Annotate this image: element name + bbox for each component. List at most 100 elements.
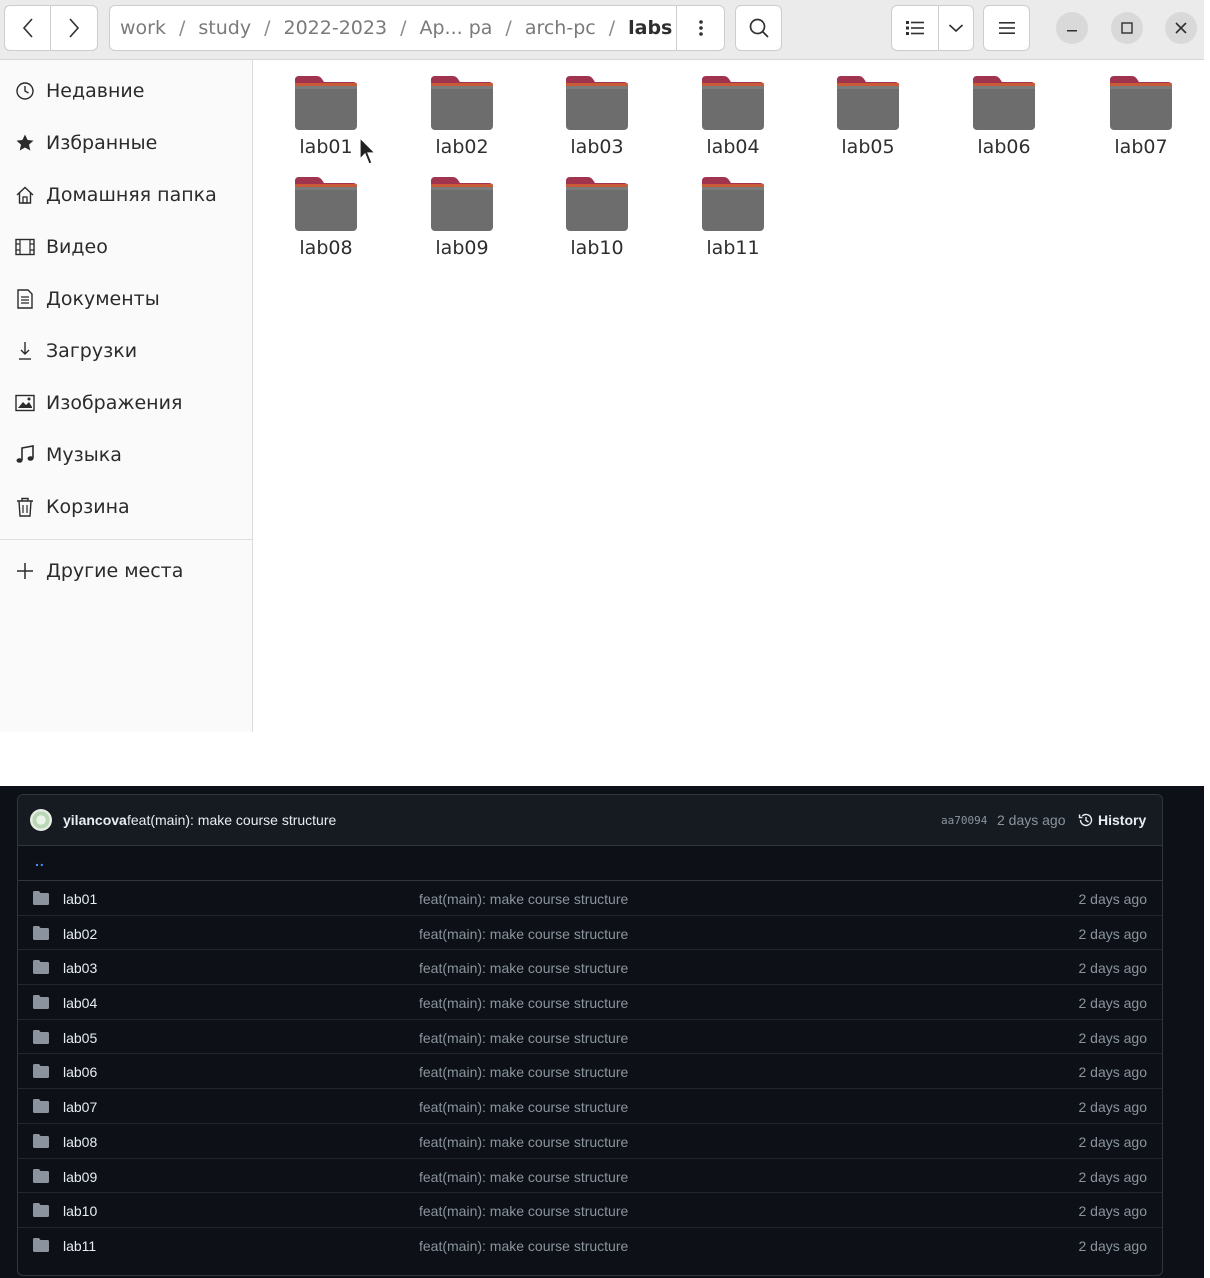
folder-item[interactable]: lab05 [808,60,928,158]
commit-message-link[interactable]: feat(main): make course structure [419,1064,628,1080]
folder-item[interactable]: lab09 [402,161,522,259]
file-name-link[interactable]: lab11 [63,1238,96,1254]
folder-label: lab05 [841,136,895,158]
folder-item[interactable]: lab10 [537,161,657,259]
maximize-button[interactable] [1111,12,1143,44]
folder-icon [702,177,764,231]
table-row[interactable]: lab03 feat(main): make course structure 2 … [18,950,1162,986]
parent-directory-row[interactable]: .. [18,846,1162,881]
file-name-link[interactable]: lab10 [63,1203,97,1219]
sidebar-item-trash[interactable]: Корзина [0,481,252,533]
main-menu-button[interactable] [983,5,1030,51]
file-name-link[interactable]: lab04 [63,995,97,1011]
trash-icon [14,496,36,518]
sidebar-item-label: Документы [46,288,160,310]
file-name-link[interactable]: lab01 [63,891,97,907]
table-row[interactable]: lab05 feat(main): make course structure 2 … [18,1020,1162,1055]
folder-icon [702,76,764,130]
maximize-icon [1121,22,1133,34]
sidebar-item-documents[interactable]: Документы [0,273,252,325]
sidebar-item-videos[interactable]: Видео [0,221,252,273]
sidebar-item-home[interactable]: Домашняя папка [0,169,252,221]
commit-message-link[interactable]: feat(main): make course structure [419,891,628,907]
file-name-link[interactable]: lab08 [63,1134,97,1150]
commit-message-link[interactable]: feat(main): make course structure [419,1169,628,1185]
parent-directory-link[interactable]: .. [35,853,45,869]
file-name-link[interactable]: lab05 [63,1030,97,1046]
commit-message-link[interactable]: feat(main): make course structure [419,926,628,942]
table-row[interactable]: lab01 feat(main): make course structure 2 … [18,881,1162,916]
commit-message-link[interactable]: feat(main): make course structure [419,995,628,1011]
file-list: lab01 feat(main): make course structure 2 … [18,881,1162,1263]
film-icon [14,236,36,258]
folder-label: lab10 [570,237,624,259]
back-button[interactable] [4,5,51,51]
sidebar-item-other-places[interactable]: Другие места [0,545,252,597]
path-segment[interactable]: Ар... ра [417,17,494,39]
search-button[interactable] [735,5,782,51]
commit-message-link[interactable]: feat(main): make course structure [419,1203,628,1219]
path-menu-button[interactable] [676,6,724,50]
commit-message-link[interactable]: feat(main): make course structure [419,1099,628,1115]
sidebar-item-music[interactable]: Музыка [0,429,252,481]
file-name-link[interactable]: lab07 [63,1099,97,1115]
header-bar: work / study / 2022-2023 / Ар... ра / ar… [0,0,1204,60]
table-row[interactable]: lab02 feat(main): make course structure 2 … [18,916,1162,951]
folder-icon [295,177,357,231]
sidebar-item-starred[interactable]: Избранные [0,117,252,169]
folder-item[interactable]: lab11 [673,161,793,259]
table-row[interactable]: lab10 feat(main): make course structure 2 … [18,1193,1162,1228]
file-name-link[interactable]: lab06 [63,1064,97,1080]
table-row[interactable]: lab04 feat(main): make course structure 2 … [18,985,1162,1020]
folder-label: lab04 [706,136,760,158]
folder-item[interactable]: lab04 [673,60,793,158]
sidebar-item-pictures[interactable]: Изображения [0,377,252,429]
path-segment[interactable]: study [196,17,253,39]
path-segment[interactable]: arch-pc [523,17,598,39]
path-separator: / [400,17,407,39]
table-row[interactable]: lab06 feat(main): make course structure 2 … [18,1054,1162,1090]
table-row[interactable]: lab09 feat(main): make course structure 2 … [18,1159,1162,1194]
file-name-link[interactable]: lab02 [63,926,97,942]
path-segment[interactable]: work [118,17,168,39]
sidebar-item-downloads[interactable]: Загрузки [0,325,252,377]
commit-message-link[interactable]: feat(main): make course structure [419,1238,628,1254]
file-manager-window: work / study / 2022-2023 / Ар... ра / ar… [0,0,1204,732]
table-row[interactable]: lab11 feat(main): make course structure 2 … [18,1228,1162,1263]
table-row[interactable]: lab07 feat(main): make course structure 2 … [18,1089,1162,1124]
folder-icon [33,1064,49,1079]
sidebar-item-label: Недавние [46,80,145,102]
folder-label: lab06 [977,136,1031,158]
folder-item[interactable]: lab06 [944,60,1064,158]
view-options-dropdown[interactable] [938,5,974,51]
history-link[interactable]: History [1078,809,1146,831]
close-button[interactable] [1165,12,1197,44]
folder-icon [33,1237,49,1252]
latest-commit-bar: yilancova feat(main): make course struct… [18,795,1162,846]
commit-hash-link[interactable]: aa70094 [941,814,987,827]
minimize-button[interactable] [1056,12,1088,44]
view-list-button[interactable] [891,5,939,51]
list-view-icon [906,21,924,35]
folder-item[interactable]: lab08 [266,161,386,259]
path-segment-current[interactable]: labs [626,17,674,39]
table-row[interactable]: lab08 feat(main): make course structure 2 … [18,1124,1162,1159]
folder-label: lab09 [435,237,489,259]
commit-message-link[interactable]: feat(main): make course structure [419,960,628,976]
folder-icon [295,76,357,130]
file-name-link[interactable]: lab09 [63,1169,97,1185]
folder-item[interactable]: lab02 [402,60,522,158]
commit-message-link[interactable]: feat(main): make course structure [127,812,336,828]
avatar[interactable] [30,809,52,831]
folder-item[interactable]: lab07 [1081,60,1201,158]
sidebar-item-recent[interactable]: Недавние [0,65,252,117]
path-segment[interactable]: 2022-2023 [282,17,390,39]
commit-author-link[interactable]: yilancova [63,812,127,828]
folder-icon [33,1133,49,1148]
forward-button[interactable] [50,5,98,51]
commit-message-link[interactable]: feat(main): make course structure [419,1030,628,1046]
folder-icon [566,177,628,231]
commit-message-link[interactable]: feat(main): make course structure [419,1134,628,1150]
file-name-link[interactable]: lab03 [63,960,97,976]
folder-item[interactable]: lab03 [537,60,657,158]
